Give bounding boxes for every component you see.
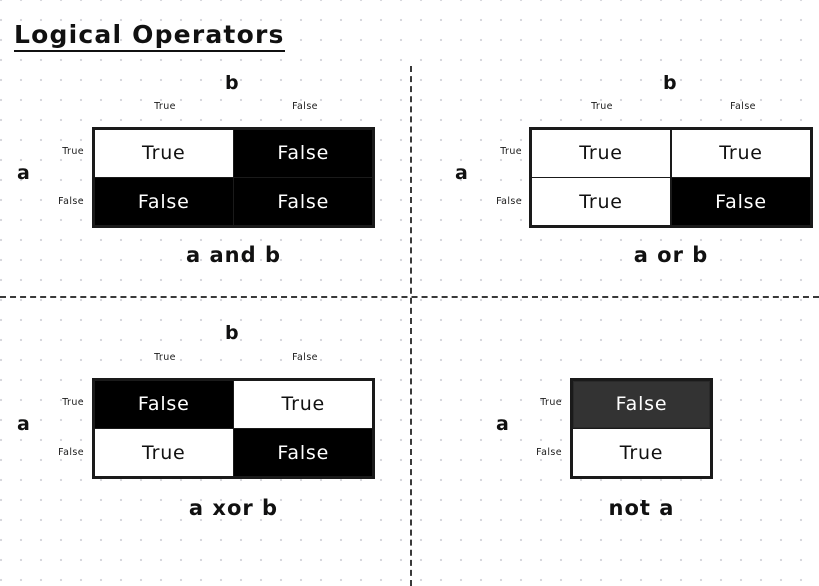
truth-table-or: True True True False bbox=[529, 127, 813, 228]
cell-and-ft: False bbox=[93, 177, 234, 227]
truth-table-not: False True bbox=[570, 378, 713, 479]
cell-xor-ff: False bbox=[233, 428, 374, 478]
cell-not-t: False bbox=[571, 379, 712, 429]
page-title: Logical Operators bbox=[14, 21, 285, 53]
cell-and-ff: False bbox=[233, 177, 374, 227]
cell-xor-ft: True bbox=[93, 428, 234, 478]
row-header-true: True bbox=[540, 397, 562, 408]
truth-table-xor: False True True False bbox=[92, 378, 375, 479]
row-header-true: True bbox=[500, 146, 522, 157]
cell-or-tf: True bbox=[670, 128, 812, 178]
column-header-true: True bbox=[154, 352, 176, 363]
row-axis-label-a: a bbox=[496, 413, 510, 435]
column-axis-label-b: b bbox=[225, 322, 240, 344]
worksheet-canvas: Logical Operators b True False a True Fa… bbox=[0, 0, 819, 586]
row-header-true: True bbox=[62, 146, 84, 157]
cell-and-tt: True bbox=[93, 128, 234, 178]
cell-xor-tf: True bbox=[233, 379, 374, 429]
column-header-false: False bbox=[730, 101, 756, 112]
row-axis-label-a: a bbox=[17, 413, 31, 435]
row-header-true: True bbox=[62, 397, 84, 408]
column-header-false: False bbox=[292, 101, 318, 112]
row-header-false: False bbox=[536, 447, 562, 458]
quadrant-divider-vertical bbox=[410, 66, 412, 586]
cell-or-ft: True bbox=[530, 177, 672, 227]
caption-and: a and b bbox=[186, 243, 281, 267]
quadrant-divider-horizontal bbox=[0, 296, 819, 298]
row-header-false: False bbox=[496, 196, 522, 207]
column-header-false: False bbox=[292, 352, 318, 363]
caption-not: not a bbox=[608, 496, 675, 520]
row-axis-label-a: a bbox=[17, 162, 31, 184]
cell-or-tt: True bbox=[530, 128, 672, 178]
cell-or-ff: False bbox=[670, 177, 812, 227]
caption-xor: a xor b bbox=[188, 496, 279, 520]
truth-table-and: True False False False bbox=[92, 127, 375, 228]
column-axis-label-b: b bbox=[663, 72, 678, 94]
column-header-true: True bbox=[154, 101, 176, 112]
row-header-false: False bbox=[58, 196, 84, 207]
cell-not-f: True bbox=[571, 428, 712, 478]
column-header-true: True bbox=[591, 101, 613, 112]
cell-and-tf: False bbox=[233, 128, 374, 178]
caption-or: a or b bbox=[633, 243, 709, 267]
row-axis-label-a: a bbox=[455, 162, 469, 184]
cell-xor-tt: False bbox=[93, 379, 234, 429]
row-header-false: False bbox=[58, 447, 84, 458]
column-axis-label-b: b bbox=[225, 72, 240, 94]
